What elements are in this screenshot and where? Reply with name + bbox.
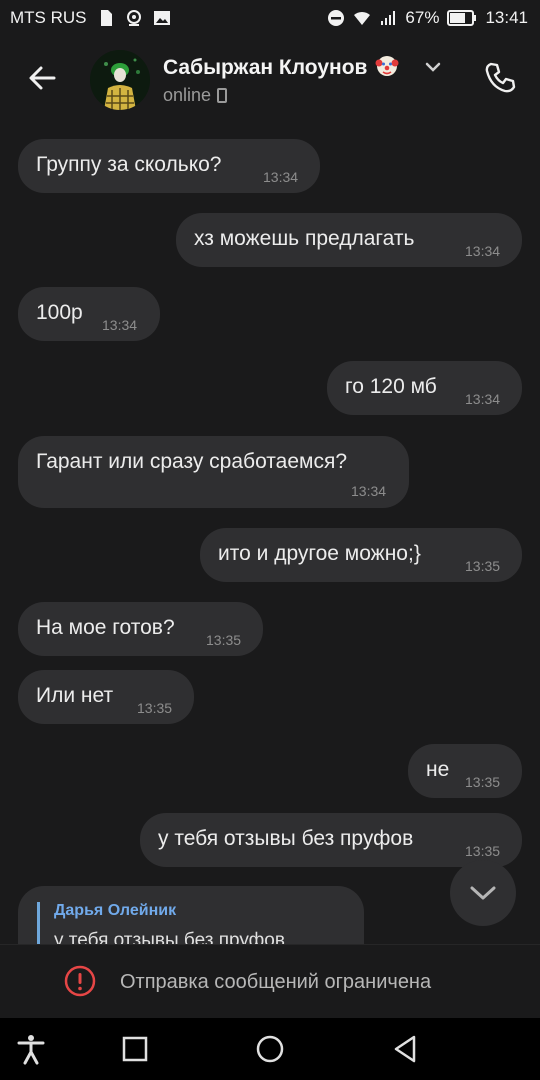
message-incoming[interactable]: Или нет 13:35 xyxy=(18,670,194,724)
mobile-device-icon xyxy=(217,88,228,103)
quote-text: у тебя отзывы без пруфов xyxy=(54,930,285,944)
chat-header: Сабыржан Клоунов online xyxy=(0,36,540,120)
back-button[interactable] xyxy=(388,1032,422,1066)
message-text: ито и другое можно;} xyxy=(218,542,421,565)
restricted-label: Отправка сообщений ограничена xyxy=(120,971,432,993)
warning-icon xyxy=(64,965,96,997)
message-time: 13:35 xyxy=(465,558,501,574)
presence-status: online xyxy=(163,85,228,106)
status-bar: MTS RUS 67% 13:41 xyxy=(0,0,540,36)
message-text: го 120 мб xyxy=(345,375,437,398)
signal-icon xyxy=(381,11,396,25)
system-nav-bar xyxy=(0,1018,540,1080)
contact-name-text: Сабыржан Клоунов xyxy=(163,56,368,79)
message-incoming[interactable]: Группу за сколько? 13:34 xyxy=(18,139,320,193)
quote-bar xyxy=(37,902,40,944)
messaging-restricted-bar: Отправка сообщений ограничена xyxy=(0,944,540,1019)
message-outgoing[interactable]: ито и другое можно;} 13:35 xyxy=(200,528,522,582)
message-text: у тебя отзывы без пруфов xyxy=(158,827,414,850)
message-time: 13:34 xyxy=(351,483,387,499)
home-button[interactable] xyxy=(253,1032,287,1066)
phone-call-icon[interactable] xyxy=(482,60,518,96)
recent-apps-button[interactable] xyxy=(118,1032,152,1066)
message-outgoing[interactable]: го 120 мб 13:34 xyxy=(327,361,522,415)
message-time: 13:35 xyxy=(465,843,501,859)
message-text: На мое готов? xyxy=(36,616,175,639)
avatar[interactable] xyxy=(90,50,150,110)
message-time: 13:34 xyxy=(465,391,501,407)
message-text: Гарант или сразу сработаемся? xyxy=(36,450,348,473)
contact-name[interactable]: Сабыржан Клоунов xyxy=(163,54,399,80)
message-time: 13:35 xyxy=(137,700,173,716)
message-text: хз можешь предлагать xyxy=(194,227,415,250)
message-incoming[interactable]: Гарант или сразу сработаемся? 13:34 xyxy=(18,436,409,508)
carrier-label: MTS RUS xyxy=(10,8,87,27)
message-text: не xyxy=(426,758,450,781)
message-outgoing[interactable]: у тебя отзывы без пруфов 13:35 xyxy=(140,813,522,867)
clock: 13:41 xyxy=(485,8,528,27)
scroll-down-button[interactable] xyxy=(450,860,516,926)
wifi-icon xyxy=(354,11,371,25)
vpn-icon xyxy=(126,10,141,26)
avatar-image xyxy=(90,50,150,110)
message-time: 13:35 xyxy=(206,632,242,648)
image-icon xyxy=(153,11,170,25)
message-list[interactable]: Группу за сколько? 13:34 хз можешь предл… xyxy=(0,120,540,944)
sim-card-icon xyxy=(100,10,112,26)
back-arrow-icon[interactable] xyxy=(24,60,60,96)
accessibility-icon[interactable] xyxy=(14,1032,48,1066)
chevron-down-icon xyxy=(470,886,496,900)
message-incoming[interactable]: 100р 13:34 xyxy=(18,287,160,341)
message-text: 100р xyxy=(36,301,83,324)
reply-message[interactable]: Дарья Олейник у тебя отзывы без пруфов xyxy=(18,886,364,944)
message-text: Или нет xyxy=(36,684,114,707)
clown-emoji-icon xyxy=(375,56,399,76)
presence-text: online xyxy=(163,85,212,105)
do-not-disturb-icon xyxy=(328,10,345,26)
message-time: 13:35 xyxy=(465,774,501,790)
message-outgoing[interactable]: не 13:35 xyxy=(408,744,522,798)
message-outgoing[interactable]: хз можешь предлагать 13:34 xyxy=(176,213,522,267)
battery-icon xyxy=(447,10,477,26)
message-time: 13:34 xyxy=(263,169,299,185)
message-time: 13:34 xyxy=(102,317,138,333)
chevron-down-icon[interactable] xyxy=(424,60,442,74)
quote-author[interactable]: Дарья Олейник xyxy=(54,902,176,920)
message-text: Группу за сколько? xyxy=(36,153,222,176)
message-incoming[interactable]: На мое готов? 13:35 xyxy=(18,602,263,656)
battery-percent: 67% xyxy=(405,8,440,27)
message-time: 13:34 xyxy=(465,243,501,259)
